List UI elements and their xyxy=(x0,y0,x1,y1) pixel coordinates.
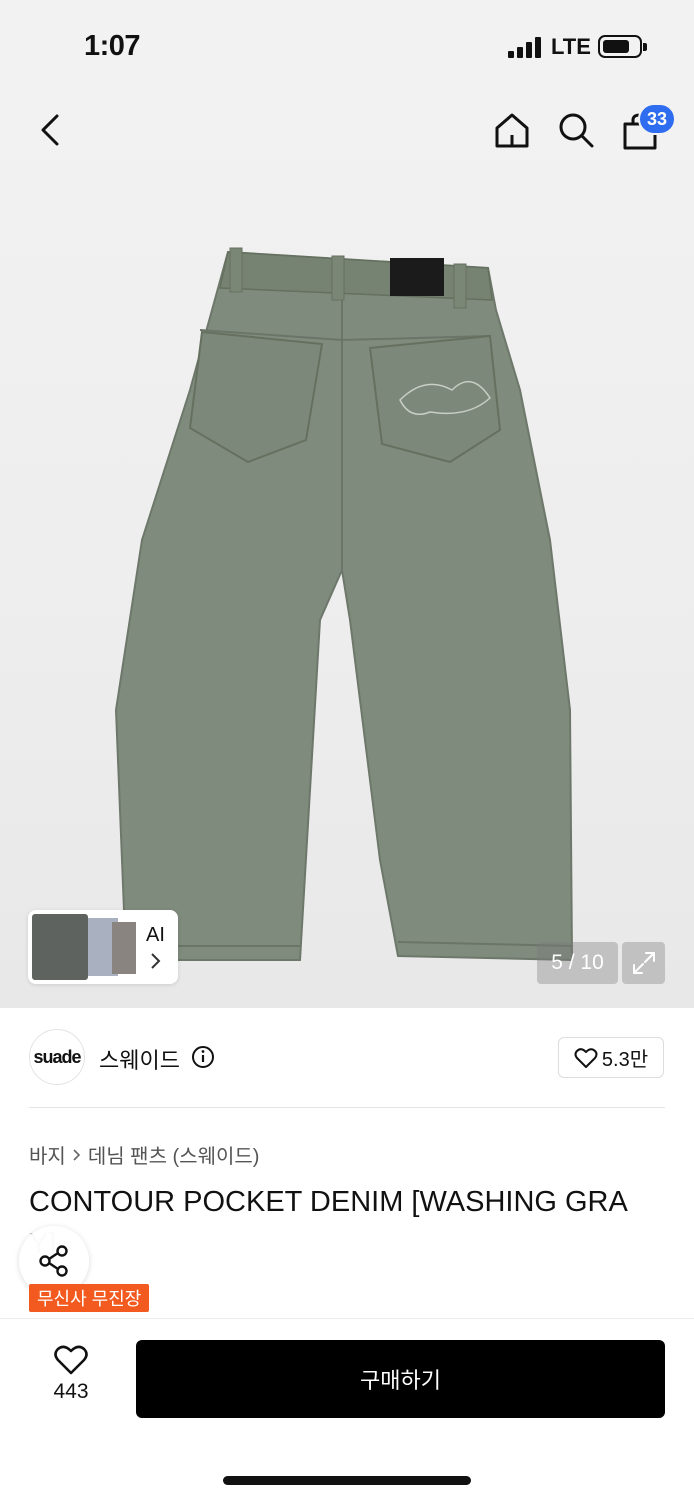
chevron-right-icon xyxy=(151,953,161,969)
carrier-label: LTE xyxy=(551,34,591,59)
brand-like-button[interactable]: 5.3만 xyxy=(558,1037,664,1078)
home-indicator xyxy=(223,1476,471,1485)
divider xyxy=(29,1107,665,1108)
ai-styling-card[interactable]: AI xyxy=(28,910,178,984)
signal-icon xyxy=(508,36,542,58)
wishlist-count: 443 xyxy=(53,1380,89,1403)
wishlist-button[interactable]: 443 xyxy=(40,1344,102,1404)
share-icon xyxy=(39,1245,68,1277)
buy-button[interactable]: 구매하기 xyxy=(136,1340,665,1418)
search-button[interactable] xyxy=(554,108,598,152)
expand-icon xyxy=(632,952,655,974)
brand-logo[interactable]: suade xyxy=(29,1029,85,1085)
brand-name[interactable]: 스웨이드 xyxy=(99,1043,180,1075)
ai-thumbnail xyxy=(32,914,88,980)
back-arrow-icon xyxy=(41,114,59,146)
battery-icon xyxy=(598,35,647,58)
info-icon[interactable] xyxy=(191,1045,215,1069)
home-button[interactable] xyxy=(490,108,534,152)
cart-count-badge: 33 xyxy=(638,103,676,135)
product-title: CONTOUR POCKET DENIM [WASHING GRA xyxy=(29,1186,628,1218)
breadcrumb-category[interactable]: 바지 xyxy=(29,1140,66,1169)
status-bar: 1:07 LTE xyxy=(0,0,694,92)
heart-icon xyxy=(54,1345,88,1375)
back-button[interactable] xyxy=(30,108,70,152)
status-time: 1:07 xyxy=(84,30,141,62)
promo-tag: 무신사 무진장 xyxy=(29,1284,150,1312)
ai-thumbnail xyxy=(112,922,136,974)
breadcrumb: 바지 데님 팬츠 (스웨이드) xyxy=(29,1140,259,1169)
image-counter: 5 / 10 xyxy=(537,942,618,984)
heart-icon xyxy=(574,1047,598,1068)
ai-label: AI xyxy=(146,924,165,946)
expand-button[interactable] xyxy=(622,942,665,984)
search-icon xyxy=(559,113,594,148)
chevron-right-icon xyxy=(73,1148,80,1161)
home-icon xyxy=(495,113,529,148)
breadcrumb-subcategory[interactable]: 데님 팬츠 (스웨이드) xyxy=(88,1140,260,1169)
product-image-gallery[interactable] xyxy=(0,92,694,1008)
product-image xyxy=(114,247,574,962)
brand-like-count: 5.3만 xyxy=(601,1049,649,1071)
